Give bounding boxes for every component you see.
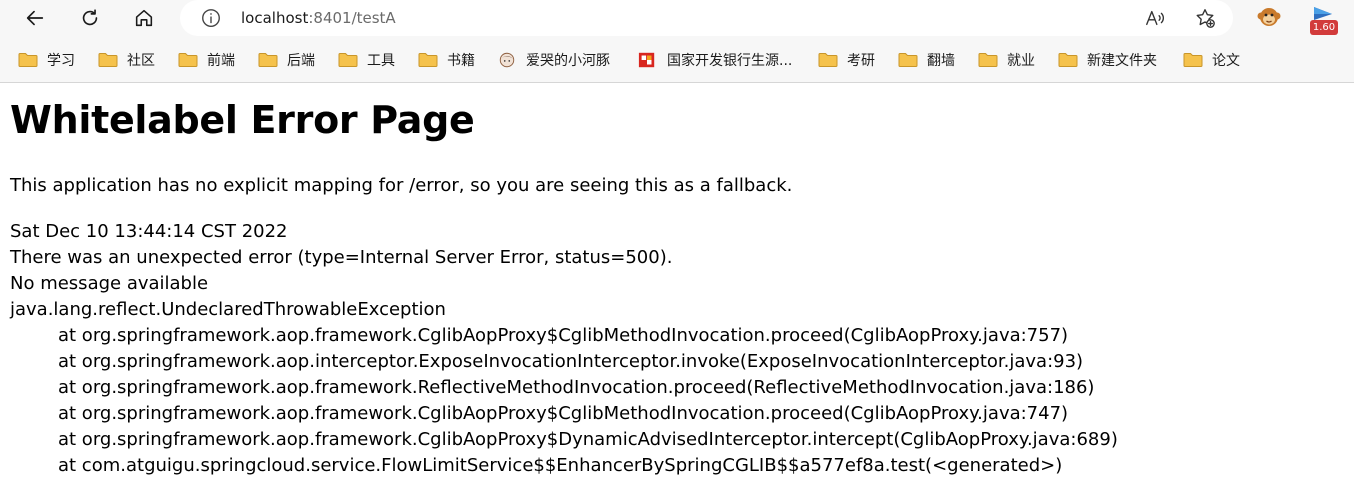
stack-frame: at org.springframework.aop.framework.Ref… [58, 377, 1095, 398]
url-text[interactable]: localhost:8401/testA [241, 8, 396, 28]
url-port-path: :8401/testA [308, 9, 396, 27]
home-icon [135, 9, 153, 27]
bookmark-folder-vpn[interactable]: 翻墙 [898, 49, 955, 71]
folder-icon [338, 53, 358, 67]
folder-icon [1183, 53, 1203, 67]
folder-icon [1058, 53, 1078, 67]
refresh-button[interactable] [74, 2, 106, 34]
bookmark-label: 前端 [207, 53, 235, 69]
bookmark-label: 书籍 [447, 53, 475, 69]
exception-name: java.lang.reflect.UndeclaredThrowableExc… [10, 299, 446, 320]
error-message: No message available [10, 273, 209, 294]
stack-frame: at org.springframework.aop.framework.Cgl… [58, 403, 1069, 424]
bookmark-label: 工具 [367, 53, 395, 69]
read-aloud-button[interactable] [1143, 6, 1167, 30]
browser-toolbar: localhost:8401/testA 1.60 [0, 0, 1354, 36]
folder-icon [98, 53, 118, 67]
error-details: Sat Dec 10 13:44:14 CST 2022 There was a… [10, 219, 1118, 479]
back-button[interactable] [19, 2, 51, 34]
folder-icon [178, 53, 198, 67]
monkey-extension-icon [1257, 8, 1281, 26]
back-arrow-icon [26, 10, 44, 26]
bookmark-label: 社区 [127, 53, 155, 69]
bookmark-label: 学习 [47, 53, 75, 69]
stack-frame: at com.atguigu.springcloud.service.FlowL… [58, 455, 1063, 476]
bookmark-folder-jobs[interactable]: 就业 [978, 49, 1035, 71]
refresh-icon [82, 9, 98, 26]
bank-logo-icon [638, 52, 655, 68]
read-aloud-icon [1146, 10, 1164, 26]
bookmark-label: 爱哭的小河豚 [526, 53, 610, 69]
bookmark-label: 新建文件夹 [1087, 53, 1157, 69]
bookmark-folder-books[interactable]: 书籍 [418, 49, 475, 71]
bookmark-folder-papers[interactable]: 论文 [1183, 49, 1240, 71]
monkey-extension-button[interactable] [1256, 4, 1282, 34]
bookmark-folder-community[interactable]: 社区 [98, 49, 155, 71]
bookmark-user-page[interactable]: 爱哭的小河豚 [498, 49, 610, 71]
bookmark-label: 论文 [1212, 53, 1240, 69]
home-button[interactable] [128, 2, 160, 34]
bookmark-folder-frontend[interactable]: 前端 [178, 49, 235, 71]
folder-icon [18, 53, 38, 67]
url-host: localhost [241, 9, 309, 27]
address-bar[interactable]: localhost:8401/testA [180, 0, 1233, 36]
stack-frame: at org.springframework.aop.framework.Cgl… [58, 429, 1118, 450]
stack-frame: at org.springframework.aop.interceptor.E… [58, 351, 1084, 372]
intro-text: This application has no explicit mapping… [10, 175, 793, 196]
folder-icon [898, 53, 918, 67]
timestamp: Sat Dec 10 13:44:14 CST 2022 [10, 221, 288, 242]
site-info-icon[interactable] [200, 7, 222, 29]
bookmark-label: 翻墙 [927, 53, 955, 69]
bookmarks-bar: 学习 社区 前端 后端 工具 书籍 爱哭的小河豚 国家开发银行生源... 考研 … [0, 36, 1354, 83]
bookmark-bank-site[interactable]: 国家开发银行生源... [638, 49, 792, 71]
folder-icon [818, 53, 838, 67]
bookmark-label: 就业 [1007, 53, 1035, 69]
bookmark-folder-tools[interactable]: 工具 [338, 49, 395, 71]
folder-icon [978, 53, 998, 67]
add-favorite-button[interactable] [1193, 6, 1217, 30]
extension-badge: 1.60 [1310, 20, 1338, 35]
bookmark-folder-exam[interactable]: 考研 [818, 49, 875, 71]
bookmark-label: 考研 [847, 53, 875, 69]
avatar-icon [499, 52, 515, 68]
bookmark-label: 国家开发银行生源... [667, 53, 793, 69]
bookmark-label: 后端 [287, 53, 315, 69]
error-status-line: There was an unexpected error (type=Inte… [10, 247, 673, 268]
star-add-icon [1196, 9, 1215, 28]
bookmark-folder-backend[interactable]: 后端 [258, 49, 315, 71]
page-title: Whitelabel Error Page [10, 98, 475, 142]
folder-icon [258, 53, 278, 67]
bookmark-folder-new[interactable]: 新建文件夹 [1058, 49, 1157, 71]
folder-icon [418, 53, 438, 67]
stack-frame: at org.springframework.aop.framework.Cgl… [58, 325, 1069, 346]
bookmark-folder-study[interactable]: 学习 [18, 49, 75, 71]
